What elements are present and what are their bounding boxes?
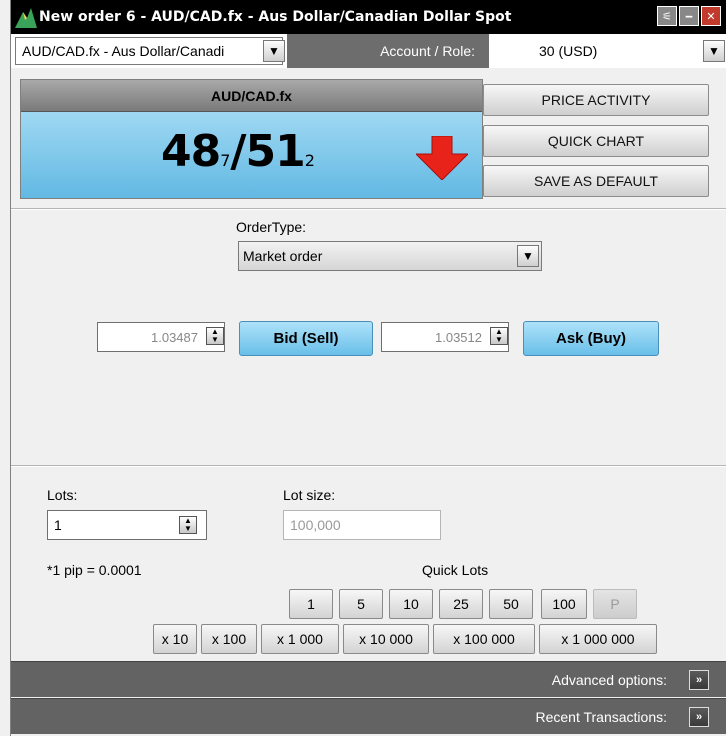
ask-buy-button[interactable]: Ask (Buy) <box>523 321 659 356</box>
quick-lot-5-button[interactable]: 5 <box>339 589 383 619</box>
quote-price: 487/512 <box>161 126 315 177</box>
ask-small: 2 <box>304 151 315 170</box>
quick-lot-100-button[interactable]: 100 <box>541 589 587 619</box>
bid-small: 7 <box>220 151 231 170</box>
account-select[interactable]: 30 (USD) <box>489 34 726 68</box>
save-as-default-button[interactable]: SAVE AS DEFAULT <box>483 165 709 197</box>
lot-size-input[interactable]: 100,000 <box>283 510 441 540</box>
advanced-options-label: Advanced options: <box>551 671 667 688</box>
bid-big: 48 <box>161 126 221 177</box>
expand-advanced-icon[interactable]: » <box>689 670 709 690</box>
quick-lot-50-button[interactable]: 50 <box>489 589 533 619</box>
quick-lot-1-button[interactable]: 1 <box>289 589 333 619</box>
quick-lot-p-button[interactable]: P <box>593 589 637 619</box>
order-type-label: OrderType: <box>236 219 307 235</box>
bid-spinner-icon[interactable]: ▲ ▼ <box>206 327 224 345</box>
recent-transactions-label: Recent Transactions: <box>535 708 667 725</box>
multiplier-x100-button[interactable]: x 100 <box>201 624 257 654</box>
window-title: New order 6 - AUD/CAD.fx - Aus Dollar/Ca… <box>39 9 512 25</box>
order-type-select[interactable]: Market order <box>238 241 542 271</box>
recent-transactions-bar[interactable]: Recent Transactions: » <box>11 698 726 734</box>
instrument-dropdown-icon[interactable]: ▼ <box>263 40 285 62</box>
multiplier-x1000000-button[interactable]: x 1 000 000 <box>539 624 657 654</box>
quote-symbol: AUD/CAD.fx <box>21 80 482 112</box>
order-type-dropdown-icon[interactable]: ▼ <box>517 245 539 267</box>
instrument-value: AUD/CAD.fx - Aus Dollar/Canadi <box>22 43 225 59</box>
quick-lot-10-button[interactable]: 10 <box>389 589 433 619</box>
title-bar[interactable]: New order 6 - AUD/CAD.fx - Aus Dollar/Ca… <box>11 0 726 34</box>
lots-label: Lots: <box>47 487 78 503</box>
multiplier-x1000-button[interactable]: x 1 000 <box>261 624 339 654</box>
close-button[interactable]: ✕ <box>701 6 721 26</box>
bid-sell-button[interactable]: Bid (Sell) <box>239 321 373 356</box>
pip-note: *1 pip = 0.0001 <box>47 562 142 578</box>
minimize-button[interactable]: 🗕 <box>679 6 699 26</box>
lots-spinner-icon[interactable]: ▲ ▼ <box>179 516 197 534</box>
multiplier-x100000-button[interactable]: x 100 000 <box>433 624 535 654</box>
down-arrow-icon <box>416 136 468 180</box>
app-logo-icon <box>13 4 39 30</box>
price-separator: / <box>230 126 246 177</box>
multiplier-x10-button[interactable]: x 10 <box>153 624 197 654</box>
price-activity-button[interactable]: PRICE ACTIVITY <box>483 84 709 116</box>
instrument-select[interactable]: AUD/CAD.fx - Aus Dollar/Canadi <box>15 37 283 65</box>
shade-button[interactable]: ⚟ <box>657 6 677 26</box>
divider <box>11 465 726 467</box>
lot-size-label: Lot size: <box>283 487 336 503</box>
order-type-value: Market order <box>243 248 323 264</box>
ask-spinner-icon[interactable]: ▲ ▼ <box>490 327 508 345</box>
advanced-options-bar[interactable]: Advanced options: » <box>11 661 726 697</box>
expand-recent-icon[interactable]: » <box>689 707 709 727</box>
quick-chart-button[interactable]: QUICK CHART <box>483 125 709 157</box>
multiplier-x10000-button[interactable]: x 10 000 <box>343 624 429 654</box>
quick-lots-label: Quick Lots <box>422 562 489 578</box>
divider <box>11 208 726 210</box>
quick-lot-25-button[interactable]: 25 <box>439 589 483 619</box>
instrument-bar: AUD/CAD.fx - Aus Dollar/Canadi ▼ Account… <box>11 34 726 68</box>
quote-panel: AUD/CAD.fx 487/512 <box>20 79 483 199</box>
account-label: Account / Role: <box>287 34 489 68</box>
quote-body: 487/512 <box>21 112 482 198</box>
ask-big: 51 <box>245 126 306 177</box>
order-window: New order 6 - AUD/CAD.fx - Aus Dollar/Ca… <box>10 0 726 736</box>
account-value: 30 (USD) <box>539 43 598 59</box>
account-dropdown-icon[interactable]: ▼ <box>703 40 725 62</box>
